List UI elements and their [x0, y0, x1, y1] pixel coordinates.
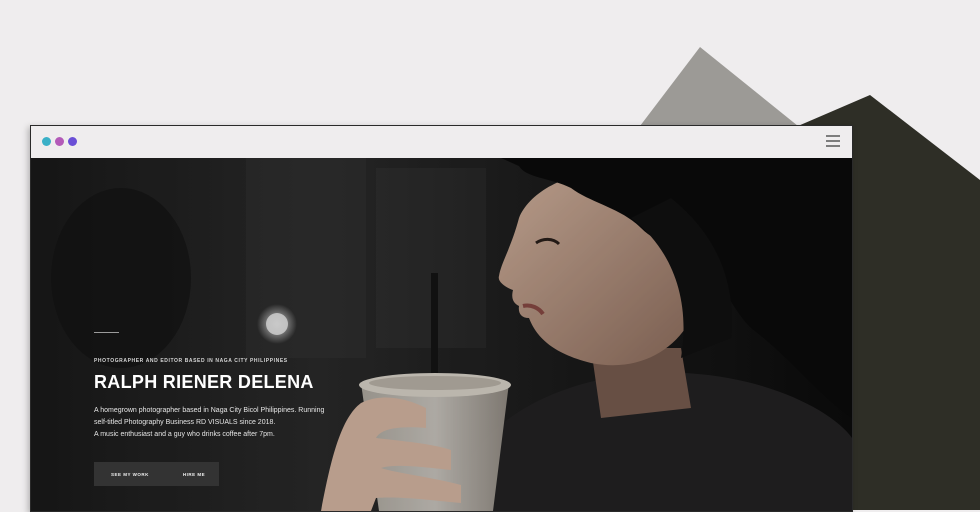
window-dot-3: [68, 137, 77, 146]
bio-line: A music enthusiast and a guy who drinks …: [94, 431, 275, 438]
window-dot-1: [42, 137, 51, 146]
hero-content: PHOTOGRAPHER AND EDITOR BASED IN NAGA CI…: [94, 332, 324, 486]
hero-section: PHOTOGRAPHER AND EDITOR BASED IN NAGA CI…: [31, 158, 852, 511]
bio-line: self-titled Photography Business RD VISU…: [94, 419, 276, 426]
hero-bio: A homegrown photographer based in Naga C…: [94, 405, 334, 441]
hero-button-group: SEE MY WORK HIRE ME: [94, 462, 219, 486]
window-dot-2: [55, 137, 64, 146]
hero-photo: [31, 158, 852, 511]
hamburger-menu-icon[interactable]: [826, 135, 840, 149]
browser-window-mockup: PHOTOGRAPHER AND EDITOR BASED IN NAGA CI…: [30, 125, 853, 512]
hero-name: RALPH RIENER DELENA: [94, 372, 314, 392]
hero-kicker: PHOTOGRAPHER AND EDITOR BASED IN NAGA CI…: [94, 358, 288, 364]
window-titlebar: [31, 126, 852, 158]
hero-rule: [94, 332, 119, 333]
see-my-work-button[interactable]: SEE MY WORK: [111, 472, 149, 477]
hire-me-button[interactable]: HIRE ME: [183, 472, 205, 477]
bio-line: A homegrown photographer based in Naga C…: [94, 407, 325, 414]
